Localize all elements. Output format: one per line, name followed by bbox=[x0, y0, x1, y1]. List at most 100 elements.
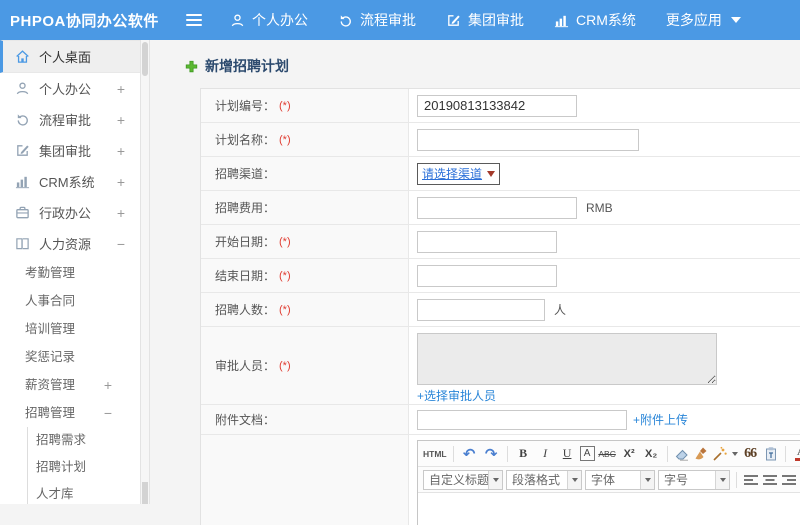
strikethrough-button[interactable]: ABC bbox=[598, 444, 617, 464]
collapse-minus-icon[interactable]: − bbox=[117, 236, 125, 252]
blockquote-button[interactable]: 66 bbox=[741, 444, 760, 464]
sidebar-subitem-salary[interactable]: 薪资管理 + bbox=[0, 371, 140, 399]
field-label: 附件文档： bbox=[215, 413, 276, 427]
subscript-button[interactable]: X₂ bbox=[642, 444, 661, 464]
sidebar-item-group-approval[interactable]: 集团审批 + bbox=[0, 135, 140, 166]
page-title: 新增招聘计划 bbox=[185, 56, 800, 76]
html-source-button[interactable]: HTML bbox=[423, 444, 447, 464]
align-right-icon[interactable] bbox=[781, 472, 797, 488]
undo-button[interactable]: ↶ bbox=[460, 444, 479, 464]
required-mark: (*) bbox=[279, 133, 291, 146]
sidebar-item-label: 行政办公 bbox=[39, 206, 92, 221]
underline-button[interactable]: U bbox=[558, 444, 577, 464]
sidebar-subitem-recruitment[interactable]: 招聘管理 − bbox=[0, 399, 140, 427]
nav-workflow-approval[interactable]: 流程审批 bbox=[338, 10, 416, 30]
select-dropdown-button[interactable] bbox=[567, 470, 581, 489]
headcount-input[interactable] bbox=[417, 298, 545, 321]
sidebar-item-personal-office[interactable]: 个人办公 + bbox=[0, 73, 140, 104]
approver-textarea[interactable] bbox=[417, 333, 717, 385]
bold-button[interactable]: B bbox=[514, 444, 533, 464]
magic-wand-icon[interactable] bbox=[712, 446, 728, 462]
sidebar-item-personal-desktop[interactable]: 个人桌面 bbox=[0, 40, 140, 73]
nav-crm-system[interactable]: CRM系统 bbox=[554, 10, 636, 30]
select-dropdown-button[interactable] bbox=[488, 470, 502, 489]
editor-content-area[interactable] bbox=[418, 493, 800, 525]
plan-no-input[interactable] bbox=[417, 94, 577, 117]
attachment-upload-link[interactable]: +附件上传 bbox=[633, 411, 688, 428]
sidebar-scrollbar[interactable] bbox=[140, 40, 150, 504]
redo-button[interactable]: ↷ bbox=[482, 444, 501, 464]
align-center-icon[interactable] bbox=[762, 472, 778, 488]
italic-button[interactable]: I bbox=[536, 444, 555, 464]
sidebar-subsubitem-recruit-demand[interactable]: 招聘需求 bbox=[28, 427, 140, 454]
autotypeset-button[interactable]: A bbox=[579, 446, 595, 461]
sidebar-item-admin-office[interactable]: 行政办公 + bbox=[0, 197, 140, 228]
align-left-icon[interactable] bbox=[743, 472, 759, 488]
font-color-button[interactable]: A bbox=[792, 444, 800, 464]
sidebar-subitem-rewards[interactable]: 奖惩记录 bbox=[0, 343, 140, 371]
font-size-select[interactable]: 字号 bbox=[658, 469, 730, 490]
eraser-icon[interactable] bbox=[674, 446, 690, 462]
sidebar-subsubitem-label: 招聘需求 bbox=[36, 433, 87, 447]
sidebar-item-human-resources[interactable]: 人力资源 − bbox=[0, 228, 140, 259]
channel-select[interactable]: 请选择渠道 bbox=[417, 162, 501, 185]
sidebar-item-workflow-approval[interactable]: 流程审批 + bbox=[0, 104, 140, 135]
sidebar-subsubitem-recruit-plan[interactable]: 招聘计划 bbox=[28, 454, 140, 481]
scrollbar-thumb[interactable] bbox=[142, 42, 148, 76]
required-mark: (*) bbox=[279, 99, 291, 112]
attachment-input[interactable] bbox=[417, 409, 627, 430]
select-dropdown-button[interactable] bbox=[640, 470, 654, 489]
dropdown-caret-icon[interactable] bbox=[731, 451, 738, 456]
sidebar-subitem-label: 薪资管理 bbox=[25, 378, 76, 392]
nav-label: 个人办公 bbox=[252, 12, 308, 28]
nav-personal-office[interactable]: 个人办公 bbox=[230, 10, 308, 30]
superscript-button[interactable]: X² bbox=[620, 444, 639, 464]
sidebar-item-label: 个人办公 bbox=[39, 82, 92, 97]
expand-plus-icon[interactable]: + bbox=[117, 174, 125, 190]
scrollbar-bottom-block[interactable] bbox=[142, 482, 148, 504]
fee-input[interactable] bbox=[417, 196, 577, 219]
nav-group-approval[interactable]: 集团审批 bbox=[446, 10, 524, 30]
sidebar-item-label: 集团审批 bbox=[39, 144, 92, 159]
field-label: 审批人员： bbox=[215, 359, 276, 373]
bar-chart-icon bbox=[15, 174, 30, 189]
fee-unit: RMB bbox=[586, 200, 613, 215]
select-dropdown-button[interactable] bbox=[715, 470, 729, 489]
custom-heading-select[interactable]: 自定义标题 bbox=[423, 469, 503, 490]
font-family-select[interactable]: 字体 bbox=[585, 469, 655, 490]
sidebar-subitem-training[interactable]: 培训管理 bbox=[0, 315, 140, 343]
page-title-text: 新增招聘计划 bbox=[205, 58, 289, 74]
main-content: 新增招聘计划 计划编号： (*) 计划名称： (*) 招聘渠道： bbox=[151, 40, 800, 525]
form-row-end-date: 结束日期： (*) bbox=[201, 259, 800, 293]
plan-name-input[interactable] bbox=[417, 128, 639, 151]
end-date-input[interactable] bbox=[417, 264, 557, 287]
expand-plus-icon[interactable]: + bbox=[104, 371, 112, 399]
expand-plus-icon[interactable]: + bbox=[117, 112, 125, 128]
field-label: 招聘渠道： bbox=[215, 167, 276, 181]
paste-clipboard-icon[interactable] bbox=[763, 446, 779, 462]
rich-text-editor: HTML ↶ ↷ B I U A ABC X² X₂ 66 自定义标题 段落格式… bbox=[417, 440, 800, 525]
expand-plus-icon[interactable]: + bbox=[117, 143, 125, 159]
channel-select-value: 请选择渠道 bbox=[422, 167, 483, 181]
collapse-minus-icon[interactable]: − bbox=[104, 399, 112, 427]
person-icon bbox=[230, 13, 245, 28]
nav-label: CRM系统 bbox=[576, 12, 636, 28]
menu-toggle-icon[interactable] bbox=[186, 11, 204, 29]
format-brush-icon[interactable] bbox=[693, 446, 709, 462]
required-mark: (*) bbox=[279, 359, 291, 372]
start-date-input[interactable] bbox=[417, 230, 557, 253]
field-label: 结束日期： bbox=[215, 269, 276, 283]
sidebar-subsubitem-talent-pool[interactable]: 人才库 bbox=[28, 481, 140, 504]
edit-square-icon bbox=[446, 13, 461, 28]
nav-more-apps[interactable]: 更多应用 bbox=[666, 10, 741, 30]
sidebar-item-crm-system[interactable]: CRM系统 + bbox=[0, 166, 140, 197]
expand-plus-icon[interactable]: + bbox=[117, 205, 125, 221]
paragraph-format-select[interactable]: 段落格式 bbox=[506, 469, 582, 490]
expand-plus-icon[interactable]: + bbox=[117, 81, 125, 97]
recruitment-submenu: 招聘需求 招聘计划 人才库 bbox=[27, 427, 140, 504]
sidebar-subitem-hr-contract[interactable]: 人事合同 bbox=[0, 287, 140, 315]
sidebar-subitem-attendance[interactable]: 考勤管理 bbox=[0, 259, 140, 287]
field-label: 计划名称： bbox=[215, 133, 276, 147]
select-approver-link[interactable]: +选择审批人员 bbox=[417, 387, 496, 404]
book-icon bbox=[15, 236, 30, 251]
